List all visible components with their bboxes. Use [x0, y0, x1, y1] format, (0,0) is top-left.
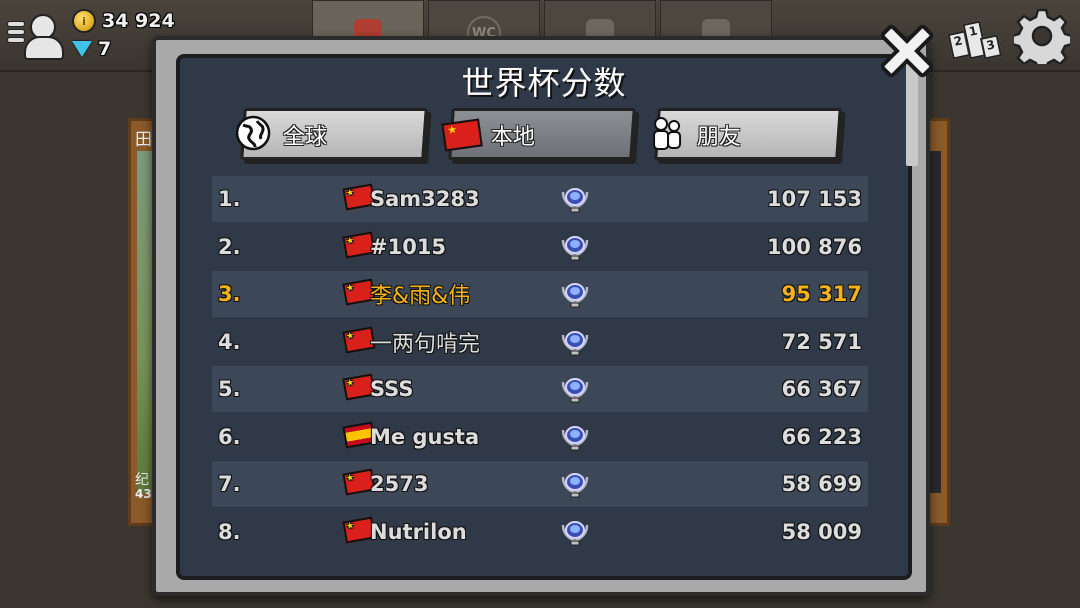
gem-amount: 7 — [98, 38, 112, 60]
leaderboard-row[interactable]: 4. 一两句啃完 72 571 — [212, 318, 868, 365]
rank-number: 4. — [218, 329, 241, 354]
rank-number: 1. — [218, 187, 241, 211]
player-score: 100 876 — [767, 234, 862, 259]
friends-icon — [653, 117, 682, 150]
coin-counter: ⅰ 34 924 — [72, 9, 175, 33]
card-title: 田 — [135, 130, 152, 150]
rank-number: 3. — [218, 282, 241, 306]
rank-number: 6. — [218, 424, 241, 449]
league-trophy-icon — [561, 520, 589, 545]
player-name: Sam3283 — [370, 187, 480, 211]
globe-icon — [235, 115, 271, 151]
coin-icon: ⅰ — [72, 9, 96, 33]
rank-number: 8. — [218, 519, 241, 544]
leaderboard-row[interactable]: 7. 2573 58 699 — [212, 461, 868, 507]
rank-number: 5. — [218, 377, 241, 401]
rank-number: 7. — [218, 472, 241, 496]
player-score: 72 571 — [781, 329, 862, 354]
leaderboard-row[interactable]: 2. #1015 100 876 — [212, 223, 868, 270]
tab-local[interactable]: 本地 — [441, 108, 636, 160]
player-name: Me gusta — [370, 424, 480, 449]
close-button[interactable] — [874, 18, 940, 84]
league-trophy-icon — [561, 283, 589, 308]
modal-title: 世界杯分数 — [461, 64, 627, 102]
league-trophy-icon — [561, 235, 589, 260]
leaderboard-row[interactable]: 6. Me gusta 66 223 — [212, 413, 868, 460]
player-score: 66 367 — [781, 377, 862, 401]
player-score: 107 153 — [767, 187, 862, 211]
leaderboard-row[interactable]: 8. Nutrilon 58 009 — [212, 508, 868, 550]
rank-number: 2. — [218, 234, 241, 259]
player-name: Nutrilon — [370, 519, 467, 544]
tab-friends-label: 朋友 — [696, 125, 741, 150]
player-score: 66 223 — [781, 424, 862, 449]
league-trophy-icon — [561, 330, 589, 355]
player-name: 李&雨&伟 — [370, 284, 471, 309]
leaderboard-row[interactable]: 3. 李&雨&伟 95 317 — [212, 271, 868, 317]
tab-global[interactable]: 全球 — [235, 108, 428, 160]
coin-amount: 34 924 — [102, 10, 175, 32]
menu-lines-icon — [8, 22, 24, 46]
player-name: 2573 — [370, 472, 429, 496]
tab-friends[interactable]: 朋友 — [653, 108, 842, 160]
ranking-podium-icon[interactable]: 2 1 3 — [947, 12, 1003, 60]
league-trophy-icon — [561, 473, 589, 498]
leaderboard-row[interactable]: 1. Sam3283 107 153 — [212, 176, 868, 222]
leaderboard-row[interactable]: 5. SSS 66 367 — [212, 366, 868, 412]
gear-icon[interactable] — [1014, 8, 1070, 64]
player-name: 一两句啃完 — [370, 331, 481, 357]
player-name: SSS — [370, 377, 414, 401]
league-trophy-icon — [561, 378, 589, 403]
tab-global-label: 全球 — [282, 125, 327, 150]
player-score: 95 317 — [781, 282, 862, 306]
player-name: #1015 — [370, 234, 447, 259]
leaderboard-list[interactable]: 1. Sam3283 107 153 2. #1015 100 876 3. 李&雨&伟 95 … — [212, 176, 868, 550]
gem-icon — [72, 41, 92, 57]
player-score: 58 009 — [781, 519, 862, 544]
tab-local-label: 本地 — [490, 125, 535, 150]
league-trophy-icon — [561, 188, 589, 213]
profile-menu-button[interactable] — [8, 8, 66, 60]
player-score: 58 699 — [781, 472, 862, 496]
league-trophy-icon — [561, 425, 589, 450]
gem-counter: 7 — [72, 38, 111, 60]
china-flag-icon — [441, 115, 483, 152]
card-number: 43 — [135, 487, 152, 501]
card-label: 纪 — [135, 472, 149, 488]
